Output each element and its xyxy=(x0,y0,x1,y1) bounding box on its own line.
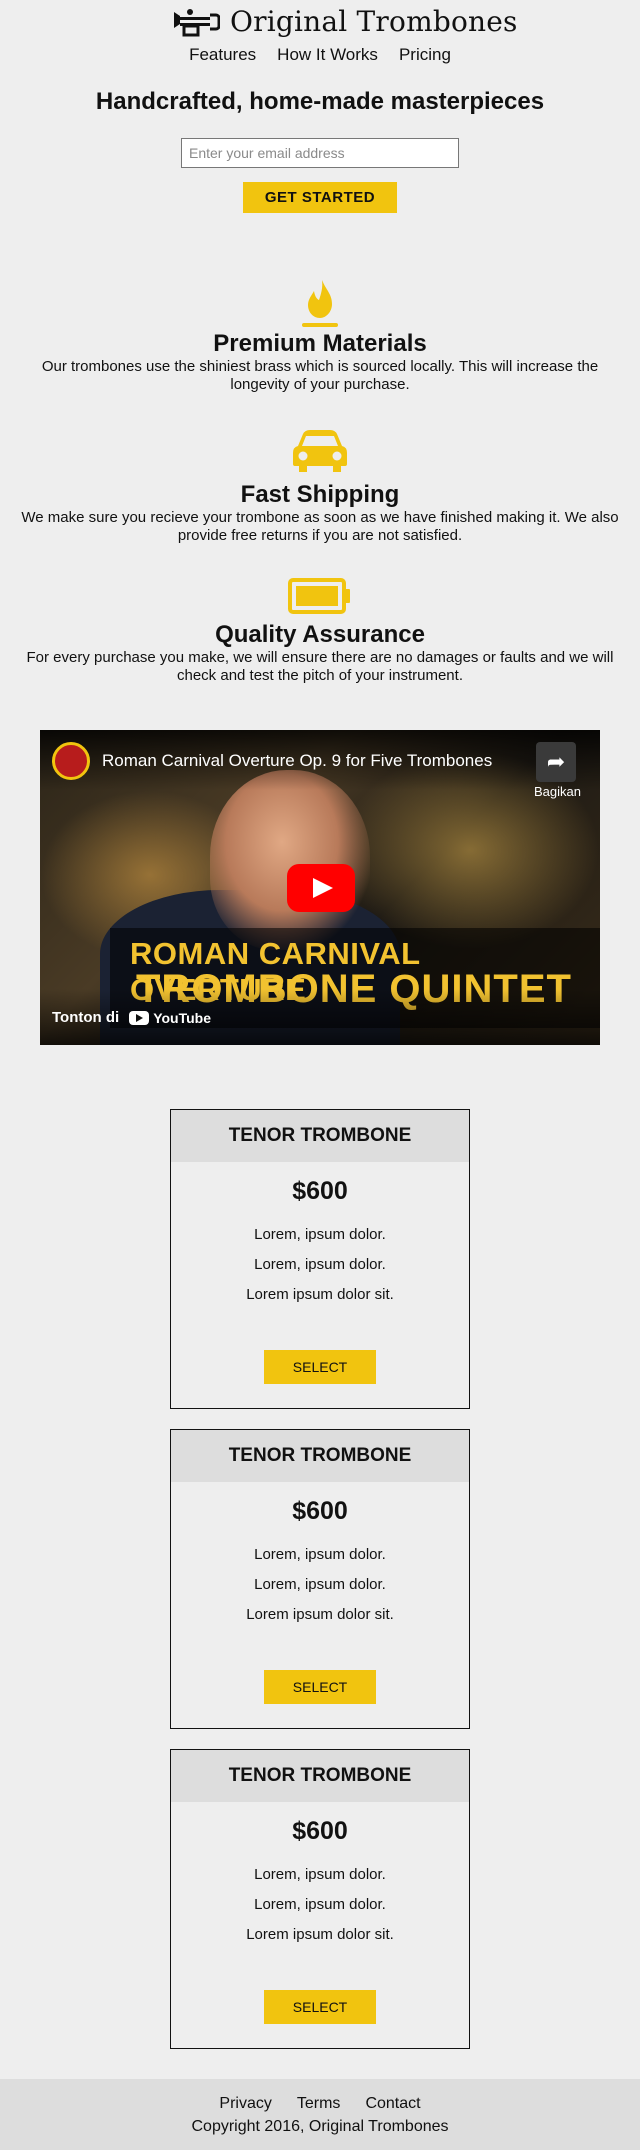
nav-link-features[interactable]: Features xyxy=(189,45,256,65)
get-started-button[interactable]: GET STARTED xyxy=(243,182,397,213)
channel-avatar[interactable] xyxy=(52,742,90,780)
footer-link-terms[interactable]: Terms xyxy=(297,2095,341,2113)
pricing-feature-item: Lorem, ipsum dolor. xyxy=(254,1256,386,1273)
main-nav: Features How It Works Pricing xyxy=(0,45,640,65)
pricing-feature-item: Lorem ipsum dolor sit. xyxy=(246,1926,394,1943)
pricing-card: TENOR TROMBONE $600 Lorem, ipsum dolor. … xyxy=(170,1749,470,2049)
pricing-card-price: $600 xyxy=(292,1817,348,1845)
pricing-card: TENOR TROMBONE $600 Lorem, ipsum dolor. … xyxy=(170,1429,470,1729)
site-footer: Privacy Terms Contact Copyright 2016, Or… xyxy=(0,2079,640,2150)
feature-title: Fast Shipping xyxy=(240,481,400,508)
pricing-feature-item: Lorem, ipsum dolor. xyxy=(254,1576,386,1593)
select-button[interactable]: SELECT xyxy=(264,1670,376,1704)
email-input[interactable] xyxy=(181,138,459,168)
hero-title: Handcrafted, home-made masterpieces xyxy=(95,88,545,115)
pricing-feature-item: Lorem ipsum dolor sit. xyxy=(246,1286,394,1303)
footer-link-contact[interactable]: Contact xyxy=(365,2095,420,2113)
nav-link-pricing[interactable]: Pricing xyxy=(399,45,451,65)
watch-label: Tonton di xyxy=(52,1009,120,1026)
video-frame-musician xyxy=(210,770,370,950)
pricing-card-price: $600 xyxy=(292,1177,348,1205)
pricing-card-price: $600 xyxy=(292,1497,348,1525)
feature-premium-materials: Premium Materials Our trombones use the … xyxy=(0,278,640,394)
feature-text: For every purchase you make, we will ens… xyxy=(26,649,614,684)
brand-logo[interactable]: Original Trombones xyxy=(172,5,518,38)
pricing-feature-item: Lorem, ipsum dolor. xyxy=(254,1896,386,1913)
pricing-feature-list: Lorem, ipsum dolor. Lorem, ipsum dolor. … xyxy=(171,1220,469,1310)
trombone-icon xyxy=(174,8,220,36)
select-button[interactable]: SELECT xyxy=(264,1990,376,2024)
pricing-card-title: TENOR TROMBONE xyxy=(171,1110,469,1162)
feature-fast-shipping: Fast Shipping We make sure you recieve y… xyxy=(0,428,640,545)
feature-text: Our trombones use the shiniest brass whi… xyxy=(41,358,599,393)
feature-title: Quality Assurance xyxy=(215,621,425,648)
pricing-feature-list: Lorem, ipsum dolor. Lorem, ipsum dolor. … xyxy=(171,1860,469,1950)
footer-links: Privacy Terms Contact xyxy=(0,2095,640,2113)
youtube-logo: YouTube xyxy=(129,1010,211,1026)
feature-text: We make sure you recieve your trombone a… xyxy=(21,509,619,544)
select-button[interactable]: SELECT xyxy=(264,1350,376,1384)
pricing-card-title: TENOR TROMBONE xyxy=(171,1750,469,1802)
share-button[interactable]: ➦ Bagikan xyxy=(534,742,581,799)
brand-name: Original Trombones xyxy=(230,5,518,38)
watch-on-youtube-link[interactable]: Tonton di YouTube xyxy=(52,1009,211,1026)
pricing-feature-item: Lorem, ipsum dolor. xyxy=(254,1546,386,1563)
pricing-card-title: TENOR TROMBONE xyxy=(171,1430,469,1482)
pricing-feature-item: Lorem, ipsum dolor. xyxy=(254,1226,386,1243)
car-icon xyxy=(293,430,347,472)
site-header: Original Trombones Features How It Works… xyxy=(0,0,640,70)
footer-link-privacy[interactable]: Privacy xyxy=(219,2095,271,2113)
feature-title: Premium Materials xyxy=(213,330,427,357)
youtube-label: YouTube xyxy=(153,1009,212,1026)
video-embed[interactable]: Roman Carnival Overture Op. 9 for Five T… xyxy=(40,730,600,1045)
video-title[interactable]: Roman Carnival Overture Op. 9 for Five T… xyxy=(102,751,492,771)
fire-icon xyxy=(302,280,338,327)
play-button[interactable] xyxy=(287,864,355,912)
copyright-text: Copyright 2016, Original Trombones xyxy=(191,2118,449,2135)
feature-quality-assurance: Quality Assurance For every purchase you… xyxy=(0,578,640,685)
share-label: Bagikan xyxy=(534,784,581,799)
pricing-card: TENOR TROMBONE $600 Lorem, ipsum dolor. … xyxy=(170,1109,470,1409)
pricing-feature-item: Lorem ipsum dolor sit. xyxy=(246,1606,394,1623)
battery-full-icon xyxy=(288,578,350,614)
pricing-feature-item: Lorem, ipsum dolor. xyxy=(254,1866,386,1883)
share-icon: ➦ xyxy=(536,742,576,782)
youtube-icon xyxy=(129,1010,150,1025)
nav-link-how-it-works[interactable]: How It Works xyxy=(277,45,378,65)
pricing-feature-list: Lorem, ipsum dolor. Lorem, ipsum dolor. … xyxy=(171,1540,469,1630)
